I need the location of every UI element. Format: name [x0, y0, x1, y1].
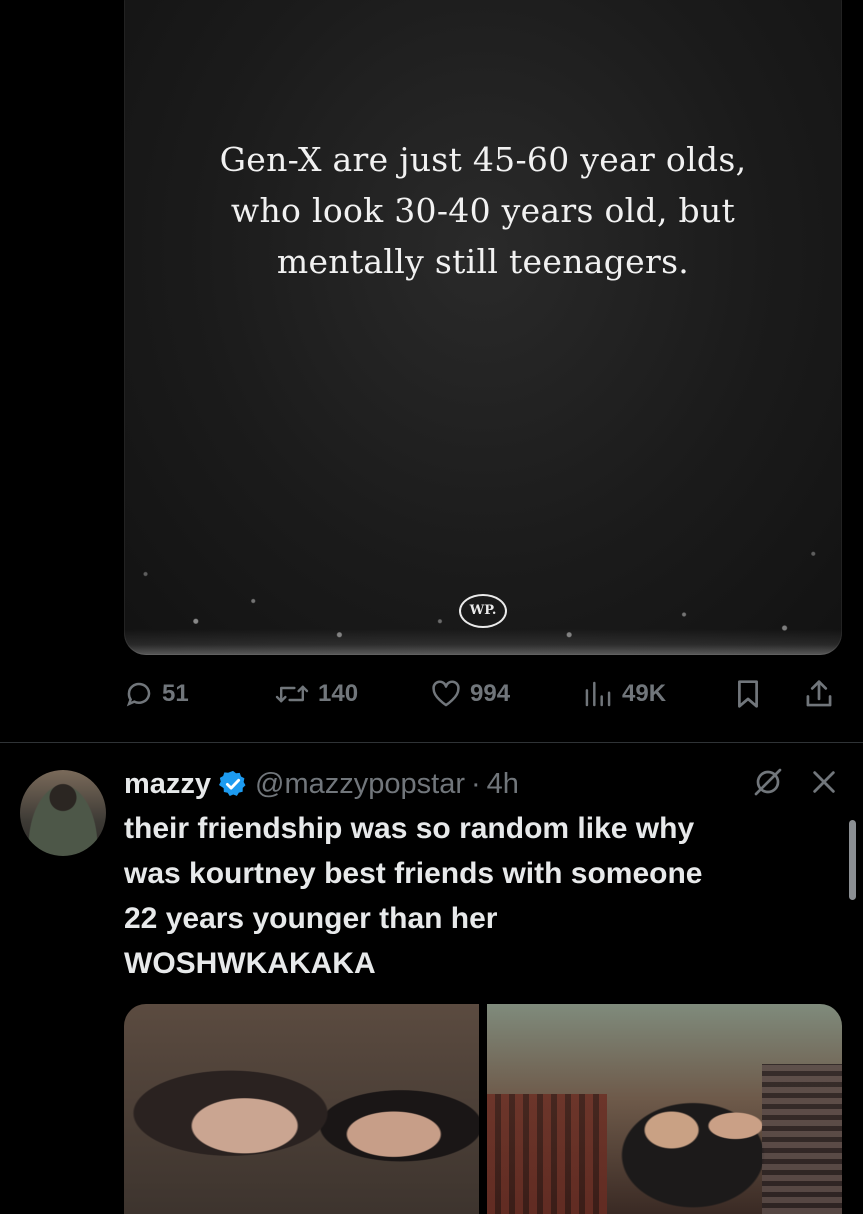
- views-button[interactable]: 49K: [582, 674, 666, 714]
- tweet-action-bar: 51 140 994 49K: [124, 674, 842, 714]
- chalkboard-texture: [124, 0, 842, 655]
- slashed-circle-icon: [752, 766, 784, 803]
- photo-detail-chairs: [487, 1094, 607, 1214]
- timestamp[interactable]: 4h: [487, 768, 519, 801]
- tweet-media-quote-image[interactable]: Gen-X are just 45-60 year olds, who look…: [124, 0, 842, 655]
- reply-count: 51: [162, 680, 189, 707]
- user-handle[interactable]: @mazzypopstar: [255, 768, 465, 801]
- tweet-text: their friendship was so random like why …: [124, 812, 703, 980]
- wp-logo: WP.: [459, 594, 507, 628]
- close-button[interactable]: [806, 766, 842, 802]
- views-count: 49K: [622, 680, 667, 707]
- bookmark-button[interactable]: [734, 674, 762, 714]
- torn-edge-decoration: [124, 629, 842, 655]
- scrollbar[interactable]: [849, 820, 856, 900]
- avatar[interactable]: [20, 770, 106, 856]
- bookmark-icon: [734, 678, 762, 710]
- reply-button[interactable]: 51: [124, 674, 189, 714]
- quote-text: Gen-X are just 45-60 year olds, who look…: [219, 140, 747, 281]
- like-button[interactable]: 994: [430, 674, 510, 714]
- repost-count: 140: [318, 680, 359, 707]
- tweet-header: mazzy @mazzypopstar · 4h: [124, 762, 519, 806]
- share-upload-icon: [804, 678, 834, 710]
- speech-bubble-icon: [124, 679, 154, 709]
- tweet-media-photo-2[interactable]: [487, 1004, 842, 1214]
- photo-detail-stacked-chairs: [762, 1064, 842, 1214]
- share-button[interactable]: [804, 674, 834, 714]
- repost-arrows-icon: [274, 679, 310, 709]
- repost-button[interactable]: 140: [274, 674, 358, 714]
- heart-icon: [430, 679, 462, 709]
- bar-chart-icon: [582, 679, 614, 709]
- not-interested-button[interactable]: [750, 766, 786, 802]
- tweet-divider: [0, 742, 863, 743]
- like-count: 994: [470, 680, 511, 707]
- tweet-media-photo-1[interactable]: [124, 1004, 479, 1214]
- display-name[interactable]: mazzy: [124, 768, 211, 801]
- separator-dot: ·: [471, 767, 481, 800]
- close-x-icon: [810, 768, 838, 801]
- verified-badge-icon: [218, 769, 248, 799]
